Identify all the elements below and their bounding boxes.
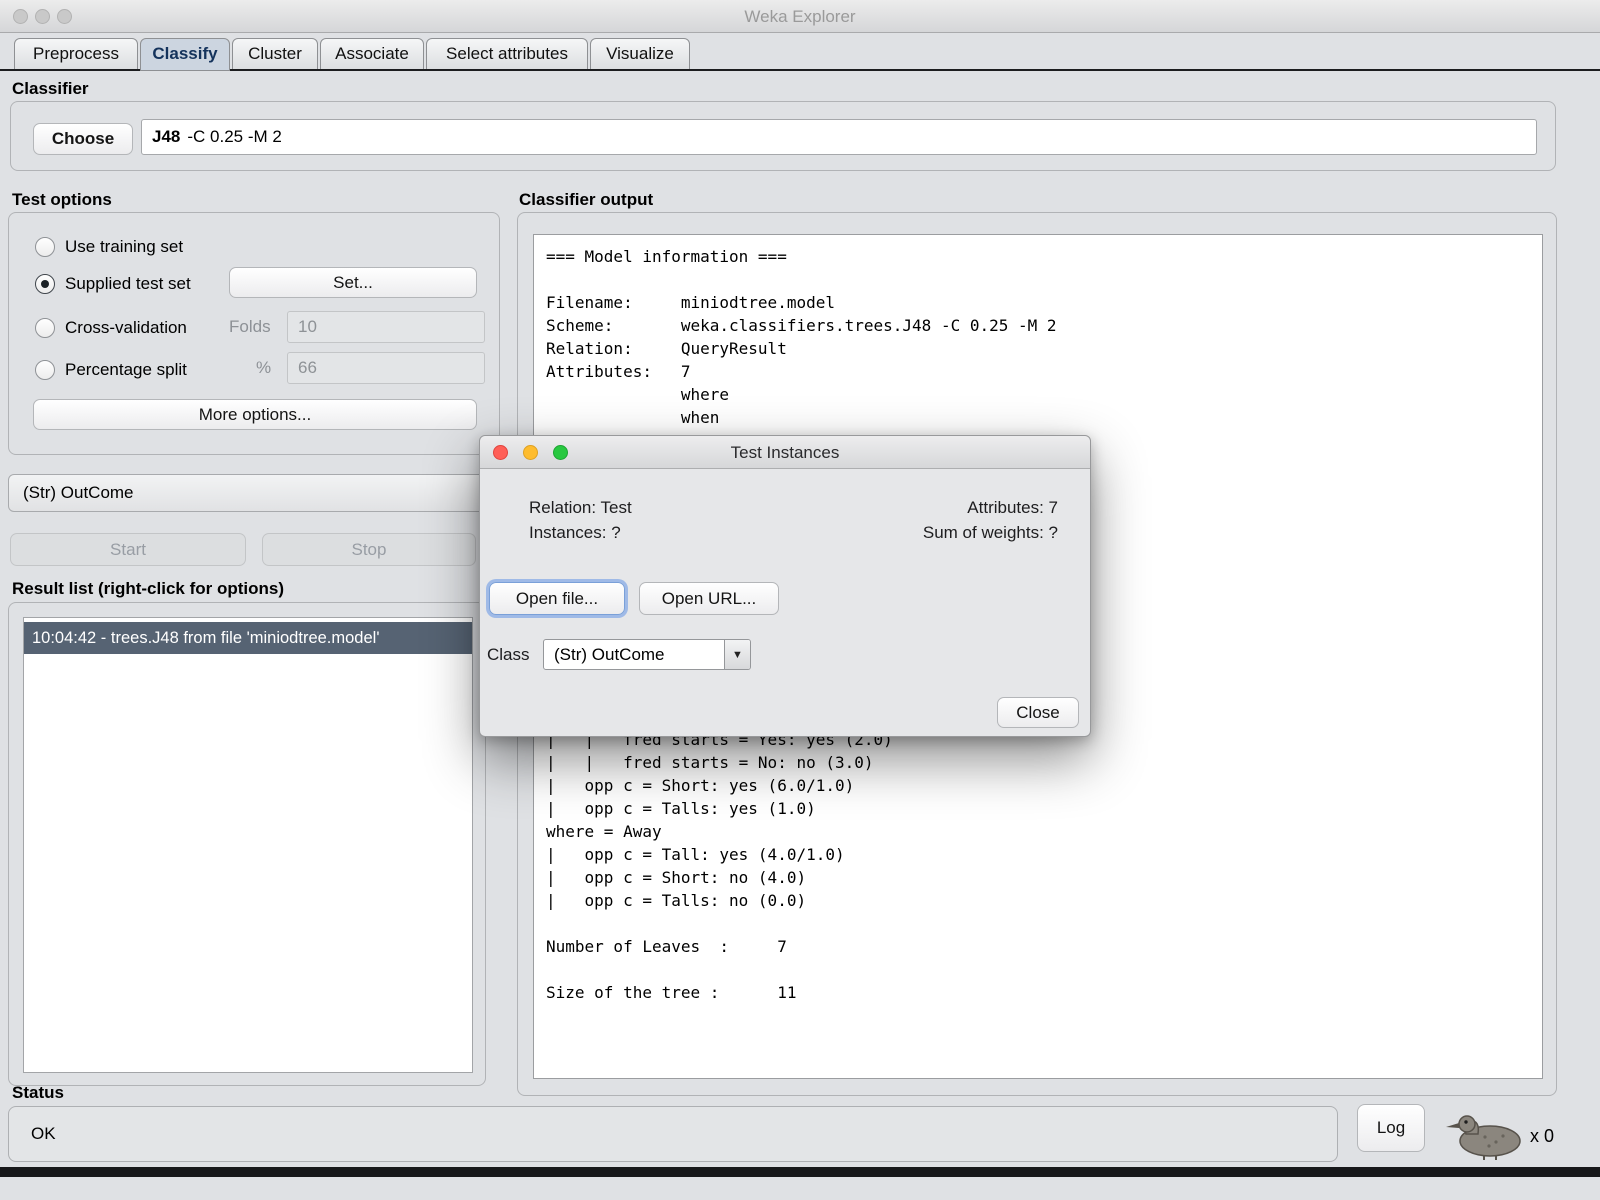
dialog-title: Test Instances [730, 443, 840, 462]
dialog-relation-text: Relation: Test [529, 498, 632, 517]
dialog-class-value: (Str) OutCome [554, 644, 665, 664]
status-text: OK [31, 1124, 56, 1143]
status-section-label: Status [12, 1083, 64, 1102]
more-options-button[interactable]: More options... [33, 399, 477, 430]
stop-button[interactable]: Stop [262, 533, 476, 566]
tab-associate[interactable]: Associate [320, 38, 424, 70]
classifier-groupbox: Choose J48 -C 0.25 -M 2 [10, 101, 1556, 171]
result-list-groupbox: 10:04:42 - trees.J48 from file 'miniodtr… [8, 602, 486, 1086]
dialog-class-label: Class [487, 645, 530, 664]
weka-explorer-window: Weka Explorer Preprocess Classify Cluste… [0, 0, 1600, 1200]
result-list-section-label: Result list (right-click for options) [12, 579, 285, 598]
classifier-section-label: Classifier [12, 79, 89, 98]
radio-circle-icon [35, 318, 55, 338]
window-title: Weka Explorer [744, 7, 856, 26]
dialog-attributes-text: Attributes: 7 [967, 498, 1058, 517]
classifier-output-section-label: Classifier output [519, 190, 654, 209]
radio-use-training-set[interactable]: Use training set [35, 235, 183, 259]
radio-circle-icon [35, 360, 55, 380]
weka-process-counter: x 0 [1530, 1126, 1555, 1146]
choose-button[interactable]: Choose [33, 123, 133, 155]
result-list[interactable]: 10:04:42 - trees.J48 from file 'miniodtr… [23, 617, 473, 1073]
radio-supplied-test-set[interactable]: Supplied test set [35, 272, 191, 296]
class-attribute-value: (Str) OutCome [23, 483, 134, 502]
test-options-groupbox: Use training set Supplied test set Set..… [8, 212, 500, 455]
scheme-params: -C 0.25 -M 2 [187, 127, 282, 146]
dialog-instances-text: Instances: ? [529, 523, 621, 542]
window-bottom-edge [0, 1167, 1600, 1177]
dialog-class-combobox[interactable]: (Str) OutCome ▼ [543, 639, 751, 670]
percent-field[interactable]: 66 [287, 352, 485, 384]
weka-bird-icon [1446, 1115, 1521, 1160]
class-attribute-combobox[interactable]: (Str) OutCome [8, 474, 492, 512]
set-button[interactable]: Set... [229, 267, 477, 298]
log-button[interactable]: Log [1357, 1104, 1425, 1152]
title-bar: Weka Explorer [0, 0, 1600, 33]
close-button[interactable]: Close [997, 697, 1079, 728]
chevron-down-icon[interactable]: ▼ [724, 640, 750, 669]
folds-field[interactable]: 10 [287, 311, 485, 343]
tab-cluster[interactable]: Cluster [232, 38, 318, 70]
radio-circle-icon [35, 274, 55, 294]
tab-separator-line [0, 69, 1600, 71]
open-file-button[interactable]: Open file... [489, 582, 625, 615]
radio-percentage-split[interactable]: Percentage split [35, 358, 187, 382]
percent-label: % [256, 358, 272, 377]
tab-preprocess[interactable]: Preprocess [14, 38, 138, 70]
dialog-title-bar: Test Instances [480, 436, 1090, 469]
open-url-button[interactable]: Open URL... [639, 582, 779, 615]
radio-circle-icon [35, 237, 55, 257]
folds-label: Folds [229, 317, 271, 336]
dialog-sum-of-weights-text: Sum of weights: ? [922, 523, 1058, 542]
status-field: OK [8, 1106, 1338, 1162]
test-options-section-label: Test options [12, 190, 112, 209]
start-button[interactable]: Start [10, 533, 246, 566]
tab-classify[interactable]: Classify [140, 38, 230, 71]
scheme-name: J48 [152, 127, 181, 146]
tab-select-attributes[interactable]: Select attributes [426, 38, 588, 70]
tab-visualize[interactable]: Visualize [590, 38, 690, 70]
result-list-item[interactable]: 10:04:42 - trees.J48 from file 'miniodtr… [24, 622, 472, 654]
test-instances-dialog: Test Instances Relation: Test Instances:… [479, 435, 1091, 737]
classifier-scheme-field[interactable]: J48 -C 0.25 -M 2 [141, 119, 1537, 155]
radio-cross-validation[interactable]: Cross-validation [35, 316, 187, 340]
